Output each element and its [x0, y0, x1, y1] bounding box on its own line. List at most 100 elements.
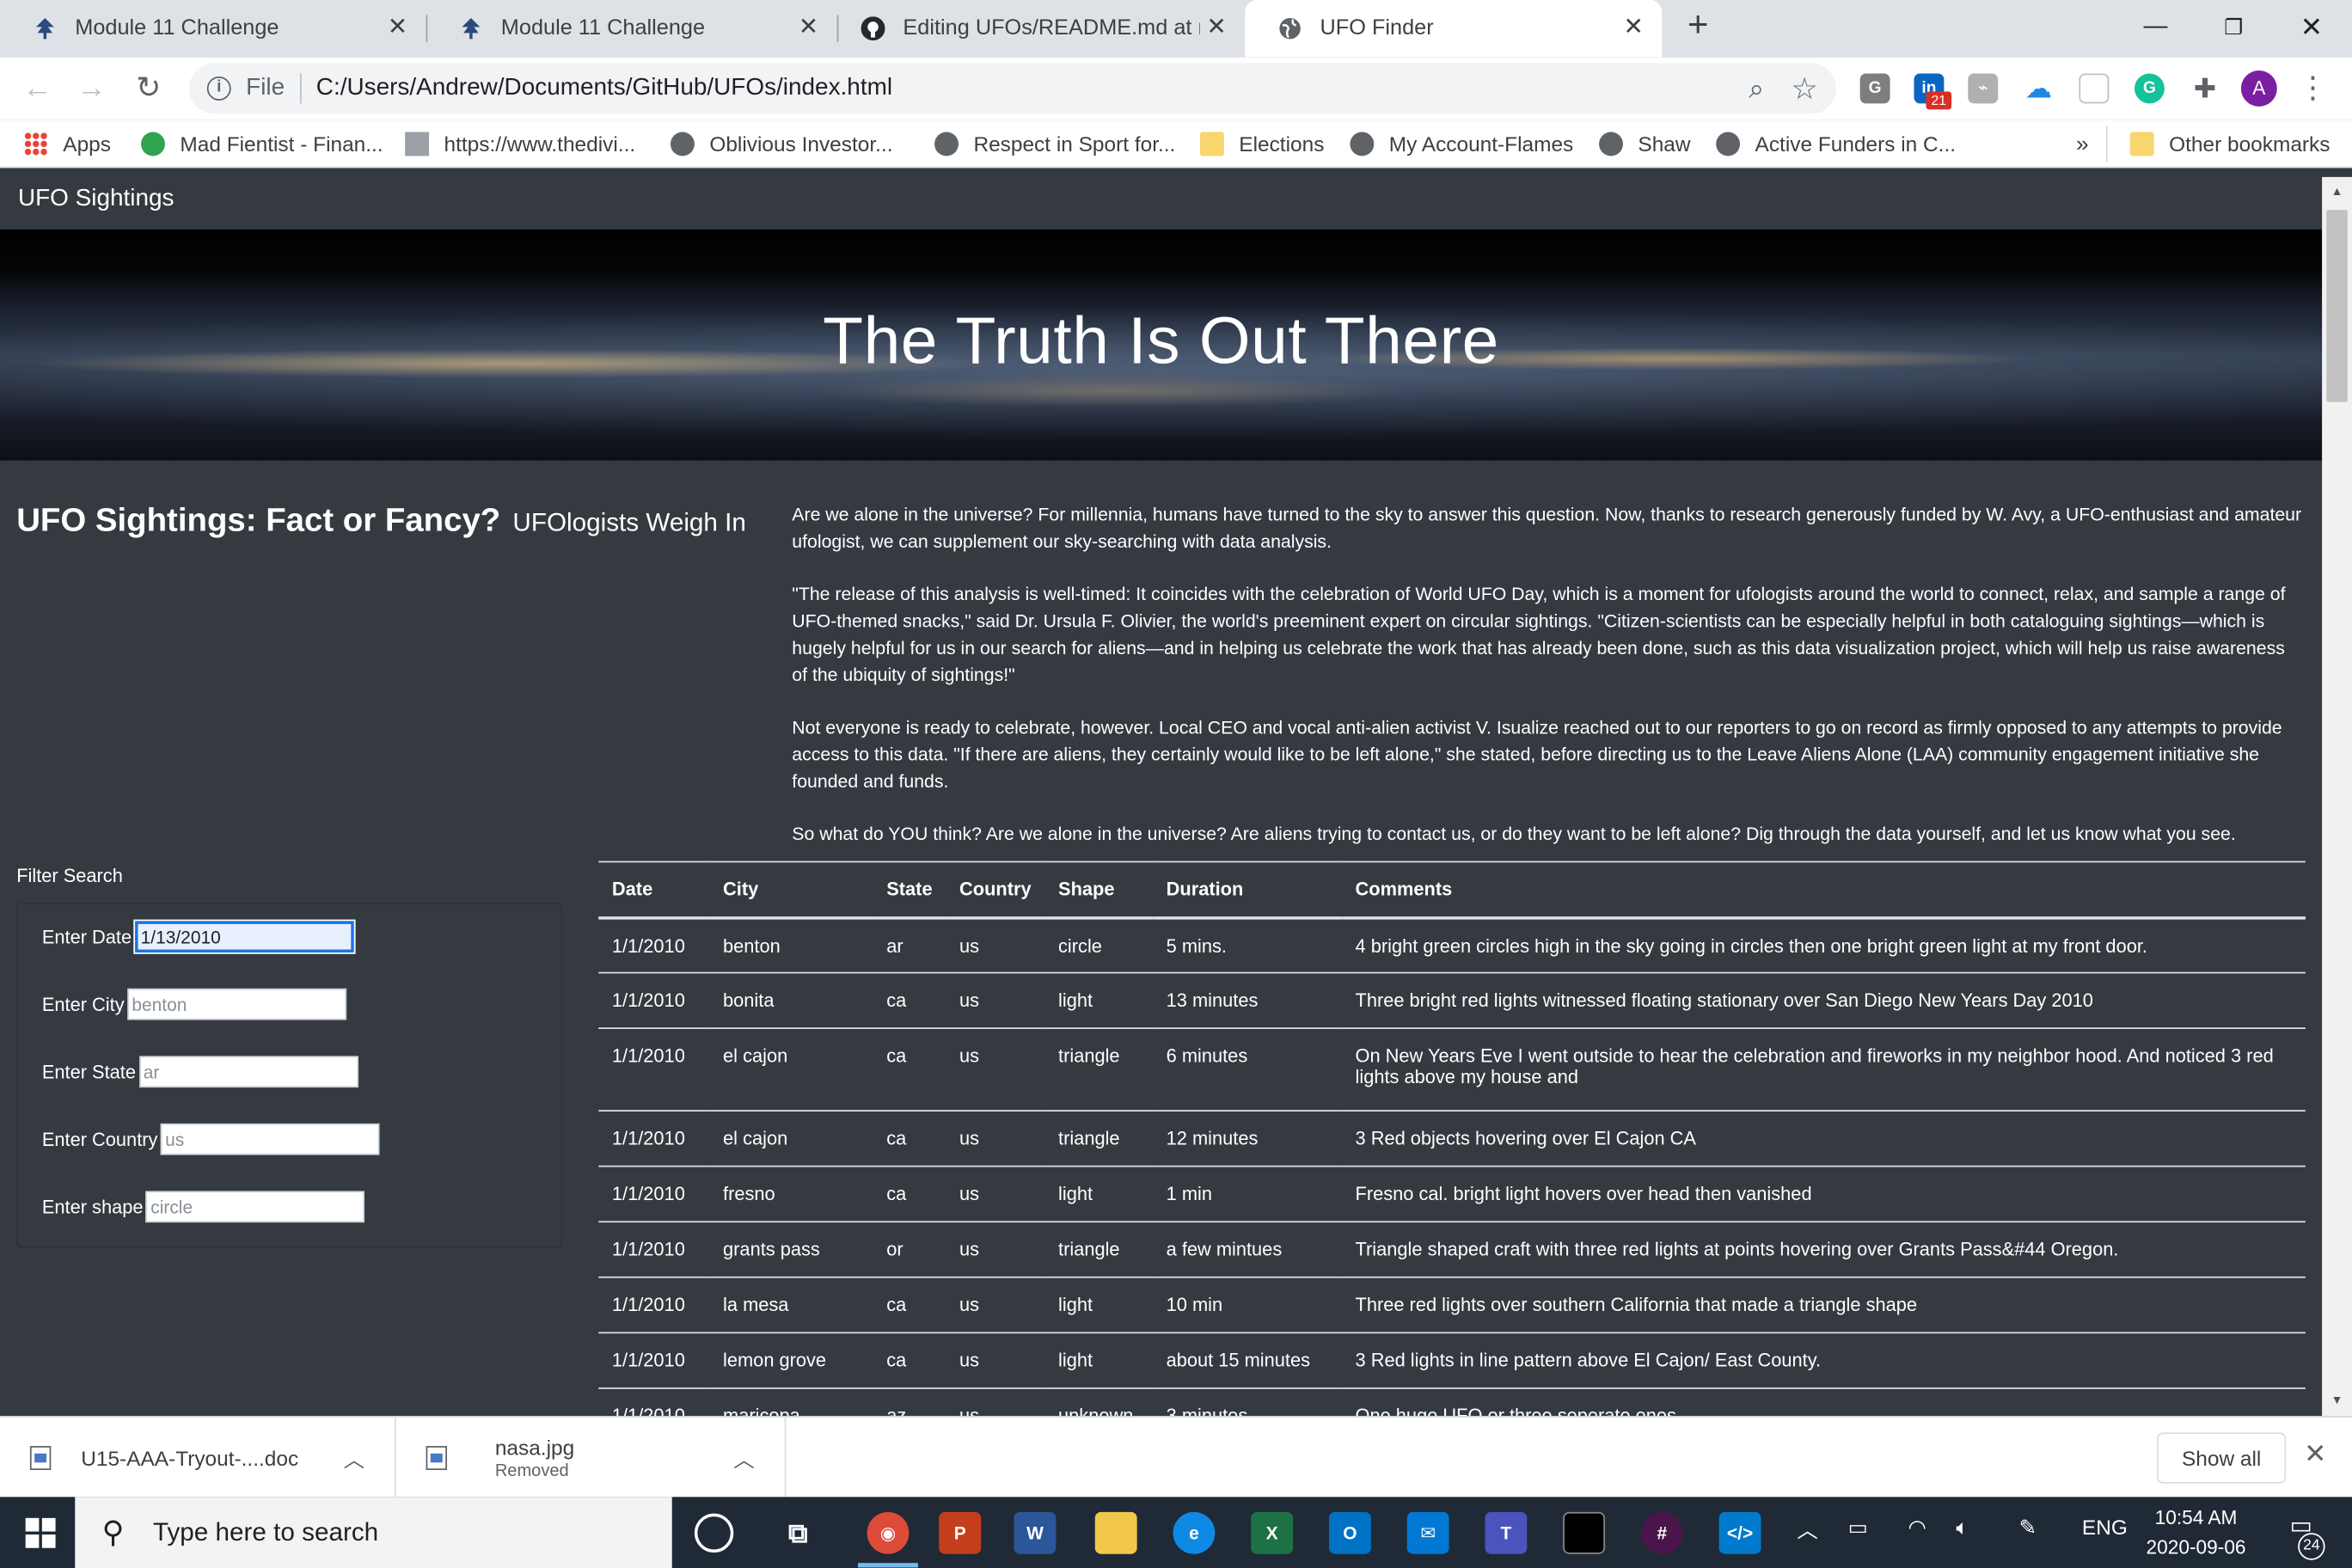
box-extension-icon[interactable] — [2079, 73, 2110, 104]
battery-icon[interactable]: ▭ — [1848, 1515, 1868, 1540]
chevron-up-icon[interactable]: ︿ — [344, 1444, 364, 1474]
task-view-icon[interactable]: ⧉ — [777, 1512, 819, 1554]
other-bookmarks[interactable]: Other bookmarks — [2129, 129, 2330, 159]
tab-module-11-challenge-1[interactable]: Module 11 Challenge ✕ — [0, 0, 428, 57]
notification-center-icon[interactable]: ▭ 24 — [2280, 1514, 2325, 1560]
taskbar-search-box[interactable]: ⚲ Type here to search — [75, 1497, 672, 1568]
vscode-icon[interactable]: </> — [1718, 1511, 1761, 1554]
col-header-duration[interactable]: Duration — [1152, 861, 1342, 919]
bookmark-my-account-flames[interactable]: My Account-Flames — [1350, 129, 1573, 159]
language-indicator[interactable]: ENG — [2082, 1515, 2128, 1539]
scroll-up-arrow-icon[interactable]: ▲ — [2322, 180, 2352, 204]
word-icon[interactable]: W — [1014, 1511, 1057, 1554]
table-row: 1/1/2010 el cajon ca us triangle 12 minutes 3 … — [598, 1111, 2306, 1167]
address-bar[interactable]: i File C:/Users/Andrew/Documents/GitHub/… — [188, 63, 1836, 114]
chrome-icon[interactable]: ◉ — [867, 1511, 910, 1554]
edge-icon[interactable]: e — [1173, 1511, 1216, 1554]
scroll-down-arrow-icon[interactable]: ▼ — [2322, 1389, 2352, 1413]
col-header-country[interactable]: Country — [946, 861, 1045, 919]
bookmark-active-funders[interactable]: Active Funders in C... — [1716, 129, 1956, 159]
state-input[interactable] — [138, 1056, 358, 1088]
powerpoint-icon[interactable]: P — [939, 1511, 982, 1554]
tab-module-11-challenge-2[interactable]: Module 11 Challenge ✕ — [426, 0, 839, 57]
forward-button[interactable]: → — [72, 69, 111, 107]
back-button[interactable]: ← — [18, 69, 57, 107]
notification-count: 24 — [2298, 1533, 2325, 1560]
page-scrollbar[interactable]: ▲ ▼ — [2322, 176, 2352, 1417]
navbar-brand[interactable]: UFO Sightings — [18, 186, 175, 212]
puzzle-extensions-icon[interactable]: ✚ — [2190, 74, 2220, 104]
cell-date: 1/1/2010 — [598, 1166, 710, 1223]
profile-avatar[interactable]: A — [2240, 70, 2277, 107]
teams-icon[interactable]: T — [1485, 1511, 1528, 1554]
pen-icon[interactable]: ✎ — [2019, 1515, 2037, 1540]
download-info: nasa.jpg Removed — [495, 1436, 574, 1480]
bookmark-elections[interactable]: Elections — [1199, 129, 1324, 159]
close-downloads-icon[interactable]: ✕ — [2304, 1438, 2326, 1470]
file-explorer-icon[interactable] — [1094, 1511, 1137, 1554]
close-icon[interactable]: ✕ — [1620, 15, 1646, 41]
scrollbar-thumb[interactable] — [2326, 210, 2348, 402]
download-item-doc[interactable]: U15-AAA-Tryout-....doc ︿ — [0, 1417, 396, 1499]
grammarly-extension-icon[interactable]: G — [2134, 73, 2165, 104]
cell-city: el cajon — [709, 1028, 873, 1112]
col-header-date[interactable]: Date — [598, 861, 710, 919]
bookmark-shaw[interactable]: Shaw — [1599, 129, 1691, 159]
wifi-icon[interactable]: ◠ — [1908, 1515, 1926, 1540]
close-icon[interactable]: ✕ — [384, 15, 411, 41]
col-header-shape[interactable]: Shape — [1044, 861, 1153, 919]
article-paragraph: So what do YOU think? Are we alone in th… — [792, 823, 2236, 845]
g-extension-icon[interactable]: G — [1859, 73, 1890, 104]
page-icon — [405, 132, 430, 156]
col-header-comments[interactable]: Comments — [1341, 861, 2306, 919]
close-window-button[interactable]: ✕ — [2277, 6, 2346, 48]
date-input[interactable] — [132, 919, 356, 954]
cell-state: ar — [873, 917, 946, 974]
slack-icon[interactable]: # — [1640, 1511, 1683, 1554]
tray-chevron-up-icon[interactable]: ︿ — [1797, 1515, 1817, 1545]
bookmark-respect-in-sport[interactable]: Respect in Sport for... — [934, 129, 1175, 159]
minimize-button[interactable]: — — [2121, 6, 2190, 48]
excel-icon[interactable]: X — [1251, 1511, 1294, 1554]
cortana-icon[interactable] — [694, 1513, 734, 1553]
restore-button[interactable]: ❐ — [2199, 6, 2268, 48]
bookmark-oblivious-investor[interactable]: Oblivious Investor... — [670, 129, 893, 159]
col-header-city[interactable]: City — [709, 861, 873, 919]
tab-ufo-finder[interactable]: UFO Finder ✕ — [1245, 0, 1663, 58]
info-icon[interactable]: i — [206, 76, 231, 101]
windows-start-icon[interactable] — [25, 1517, 56, 1548]
close-icon[interactable]: ✕ — [795, 15, 822, 41]
terminal-icon[interactable] — [1563, 1511, 1606, 1554]
pdf-extension-icon[interactable]: ⌁ — [1968, 73, 1999, 104]
tab-editing-readme[interactable]: Editing UFOs/README.md at ma ✕ — [828, 0, 1245, 57]
bookmark-mad-fientist[interactable]: Mad Fientist - Finan... — [141, 129, 383, 159]
zoom-icon[interactable]: ⌕ — [1749, 74, 1764, 106]
bookmark-thedivi[interactable]: https://www.thedivi... — [405, 129, 635, 159]
download-filename: U15-AAA-Tryout-....doc — [81, 1446, 299, 1471]
globe-icon — [1599, 132, 1623, 156]
filter-country-label: Enter Country — [41, 1129, 158, 1150]
city-input[interactable] — [127, 988, 346, 1020]
bookmarks-overflow-button[interactable]: » — [2076, 129, 2089, 159]
cell-city: la mesa — [709, 1277, 873, 1334]
new-tab-button[interactable]: + — [1680, 7, 1716, 45]
shape-input[interactable] — [145, 1191, 365, 1223]
bookmark-apps[interactable]: Apps — [23, 129, 111, 159]
volume-icon[interactable]: 🔈︎ — [1956, 1515, 1969, 1540]
chevron-up-icon[interactable]: ︿ — [733, 1444, 754, 1474]
search-icon: ⚲ — [101, 1516, 125, 1550]
close-icon[interactable]: ✕ — [1203, 15, 1229, 41]
filter-city-row: Enter City — [42, 988, 346, 1020]
bookmark-star-icon[interactable]: ☆ — [1792, 70, 1818, 108]
system-clock[interactable]: 10:54 AM 2020-09-06 — [2136, 1503, 2257, 1563]
cell-shape: light — [1044, 1277, 1153, 1334]
cloud-extension-icon[interactable]: ☁ — [2024, 74, 2054, 104]
mail-icon[interactable]: ✉ — [1406, 1511, 1449, 1554]
show-all-downloads-button[interactable]: Show all — [2157, 1432, 2287, 1484]
reload-button[interactable]: ↻ — [129, 69, 168, 107]
download-item-nasa[interactable]: nasa.jpg Removed ︿ — [396, 1417, 787, 1499]
outlook-icon[interactable]: O — [1328, 1511, 1371, 1554]
menu-kebab-icon[interactable]: ⋮ — [2298, 69, 2328, 107]
col-header-state[interactable]: State — [873, 861, 946, 919]
country-input[interactable] — [160, 1123, 380, 1155]
